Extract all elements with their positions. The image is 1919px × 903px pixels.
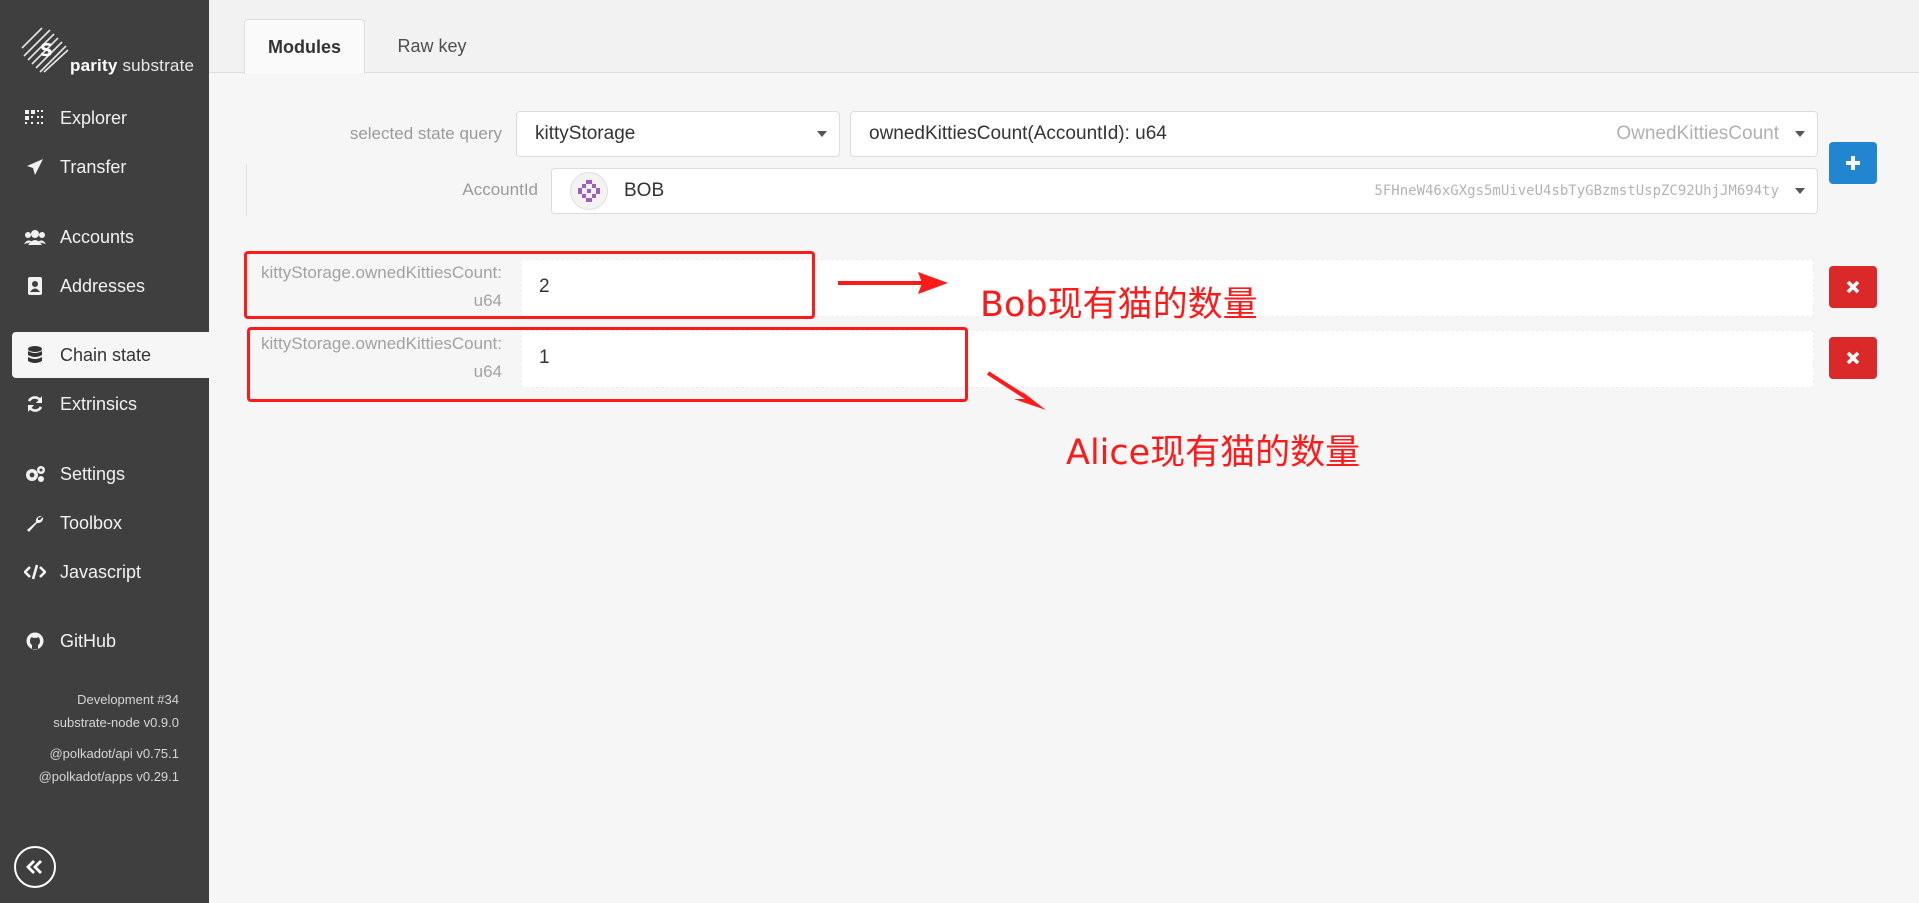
annotation-bob-text: Bob现有猫的数量 [980, 285, 1258, 325]
annotation-alice-text: Alice现有猫的数量 [1066, 433, 1361, 473]
arrow-icon [838, 272, 948, 294]
annotation-arrows [838, 272, 1046, 410]
arrow-icon [986, 371, 1046, 410]
